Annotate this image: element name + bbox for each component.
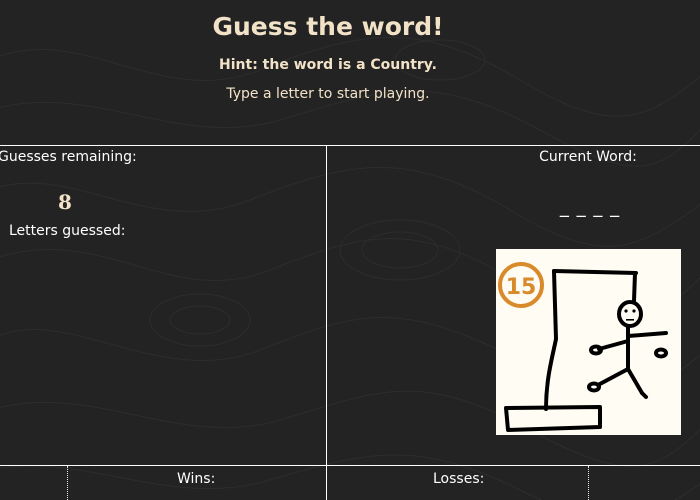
losses-label: Losses: <box>433 471 485 487</box>
stick-figure <box>587 300 668 399</box>
stage-number: 15 <box>506 275 537 300</box>
hangman-drawing: 15 <box>498 262 668 432</box>
current-word-display: _ _ _ _ <box>559 197 621 218</box>
face <box>624 309 636 321</box>
center-divider <box>326 145 327 500</box>
footer-divider-left <box>67 466 68 500</box>
wins-label: Wins: <box>177 471 216 487</box>
current-word-label: Current Word: <box>539 149 637 165</box>
letters-guessed-label: Letters guessed: <box>9 223 126 239</box>
instructions-text: Type a letter to start playing. <box>226 86 430 102</box>
top-divider <box>0 145 700 146</box>
hint-text: Hint: the word is a Country. <box>219 57 437 73</box>
stage-badge: 15 <box>498 262 544 308</box>
guesses-remaining-label: Guesses remaining: <box>0 149 137 165</box>
page-title: Guess the word! <box>212 12 444 41</box>
footer-divider-right <box>588 466 589 500</box>
guesses-remaining-count: 8 <box>58 190 72 214</box>
bottom-divider <box>0 465 700 466</box>
hangman-image: 15 <box>496 249 681 435</box>
